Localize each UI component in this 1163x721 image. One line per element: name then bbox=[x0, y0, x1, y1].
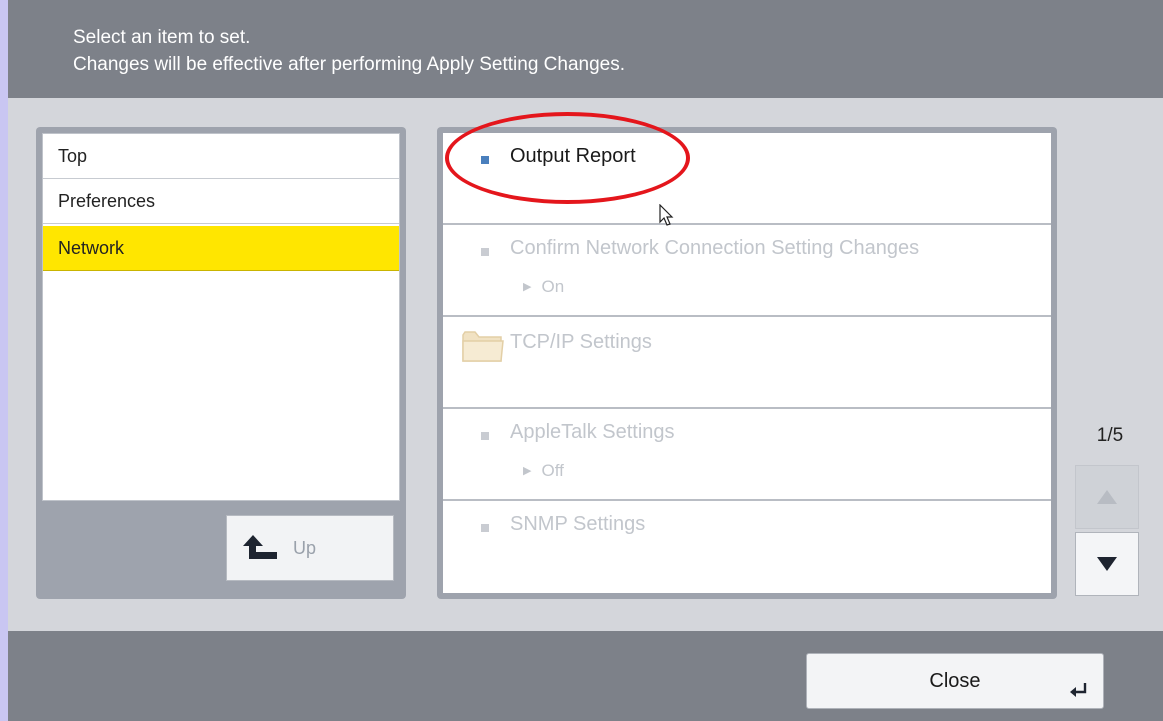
scroll-up-button[interactable] bbox=[1075, 465, 1139, 529]
setting-value-text: On bbox=[541, 277, 565, 296]
setting-appletalk: AppleTalk Settings ▶ Off bbox=[443, 409, 1051, 501]
triangle-up-icon bbox=[1097, 490, 1117, 504]
setting-title: Output Report bbox=[510, 145, 636, 167]
folder-icon bbox=[462, 331, 504, 362]
navigation-list: Top Preferences Network bbox=[42, 133, 400, 501]
up-button-label: Up bbox=[293, 537, 317, 558]
enter-return-icon bbox=[1070, 683, 1087, 697]
setting-title: TCP/IP Settings bbox=[510, 331, 652, 353]
setting-confirm-network-connection: Confirm Network Connection Setting Chang… bbox=[443, 225, 1051, 317]
setting-value-text: Off bbox=[541, 461, 564, 480]
triangle-right-icon: ▶ bbox=[523, 465, 532, 477]
instruction-header: Select an item to set. Changes will be e… bbox=[8, 0, 1163, 98]
setting-title: SNMP Settings bbox=[510, 513, 646, 535]
settings-list: Output Report Confirm Network Connection… bbox=[443, 133, 1051, 593]
setting-value: ▶ Off bbox=[523, 461, 564, 481]
up-button[interactable]: Up bbox=[226, 515, 394, 581]
navigation-panel: Top Preferences Network Up bbox=[36, 127, 406, 599]
nav-item-top[interactable]: Top bbox=[43, 134, 399, 179]
settings-panel: Output Report Confirm Network Connection… bbox=[437, 127, 1057, 599]
bullet-square-icon bbox=[481, 248, 489, 256]
setting-title: AppleTalk Settings bbox=[510, 421, 675, 443]
bullet-square-icon bbox=[481, 156, 489, 164]
setting-output-report[interactable]: Output Report bbox=[443, 133, 1051, 225]
triangle-down-icon bbox=[1097, 557, 1117, 571]
setting-tcpip: TCP/IP Settings bbox=[443, 317, 1051, 409]
page-indicator: 1/5 bbox=[1096, 425, 1124, 446]
triangle-right-icon: ▶ bbox=[523, 281, 532, 293]
scroll-down-button[interactable] bbox=[1075, 532, 1139, 596]
nav-item-preferences[interactable]: Preferences bbox=[43, 179, 399, 224]
nav-item-network[interactable]: Network bbox=[43, 226, 399, 271]
close-button[interactable]: Close bbox=[806, 653, 1104, 709]
mouse-cursor-icon bbox=[659, 204, 674, 226]
up-arrow-icon bbox=[243, 535, 277, 559]
instruction-line-2: Changes will be effective after performi… bbox=[73, 54, 626, 75]
close-button-label: Close bbox=[929, 669, 981, 692]
setting-title: Confirm Network Connection Setting Chang… bbox=[510, 237, 920, 259]
bullet-square-icon bbox=[481, 432, 489, 440]
bullet-square-icon bbox=[481, 524, 489, 532]
instruction-line-1: Select an item to set. bbox=[73, 27, 251, 48]
setting-value: ▶ On bbox=[523, 277, 564, 297]
left-edge-strip bbox=[0, 0, 8, 721]
setting-snmp: SNMP Settings bbox=[443, 501, 1051, 593]
